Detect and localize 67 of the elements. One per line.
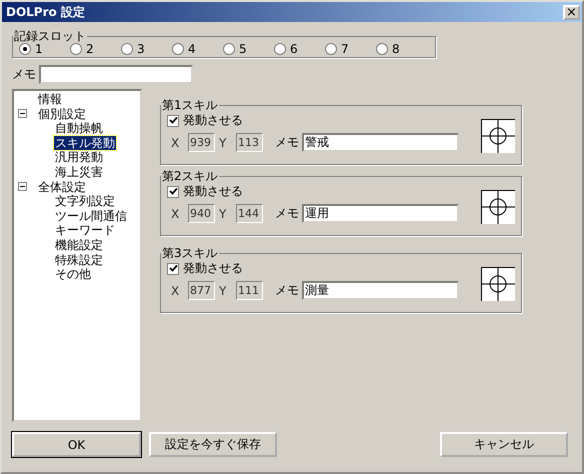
y-field: 113	[236, 133, 263, 152]
tree-item[interactable]: 自動操帆	[54, 121, 104, 136]
tree-item[interactable]: その他	[54, 267, 92, 282]
radio-label: 5	[239, 42, 247, 56]
tree-item[interactable]: キーワード	[54, 223, 116, 238]
tree-item[interactable]: 特殊設定	[54, 252, 104, 268]
y-label: Y	[219, 206, 228, 220]
memo-field[interactable]: 警戒	[302, 133, 459, 152]
memo-field[interactable]	[39, 65, 193, 84]
tree-item[interactable]: 個別設定	[37, 106, 87, 122]
radio-button[interactable]	[19, 43, 31, 55]
radio-label: 2	[86, 42, 94, 56]
radio-label: 1	[35, 42, 43, 56]
checkbox-label: 発動させる	[183, 183, 243, 200]
memo-label: メモ	[275, 134, 299, 151]
group-label: 第3スキル	[161, 245, 219, 262]
radio-button[interactable]	[121, 43, 133, 55]
tree-item[interactable]: 全体設定	[37, 180, 87, 194]
radio-button[interactable]	[325, 43, 337, 55]
checkbox[interactable]	[167, 114, 179, 126]
tree-item[interactable]: 機能設定	[54, 238, 104, 253]
checkbox[interactable]	[167, 262, 179, 274]
x-label: X	[171, 136, 180, 150]
tree-item[interactable]: 汎用発動	[54, 150, 104, 165]
x-field: 940	[188, 204, 215, 223]
memo-field[interactable]: 測量	[302, 281, 459, 300]
tree-item[interactable]: スキル発動	[54, 136, 116, 150]
radio-button[interactable]	[223, 43, 235, 55]
radio-button[interactable]	[376, 43, 388, 55]
radio-button[interactable]	[70, 43, 82, 55]
checkbox-label: 発動させる	[183, 260, 243, 277]
y-label: Y	[219, 136, 228, 150]
group-label: 記録スロット	[13, 28, 87, 44]
radio-button[interactable]	[274, 43, 286, 55]
checkbox-label: 発動させる	[183, 112, 243, 129]
save-button[interactable]: 設定を今すぐ保存	[149, 432, 277, 457]
tree-item[interactable]: 情報	[37, 92, 63, 107]
memo-label: メモ	[275, 205, 299, 222]
y-field: 144	[236, 204, 263, 223]
radio-label: 4	[188, 42, 196, 56]
tree-item[interactable]: 海上災害	[54, 164, 104, 180]
tree-item[interactable]: 文字列設定	[54, 194, 116, 209]
crosshair-icon[interactable]	[481, 267, 515, 301]
group-label: 第1スキル	[161, 97, 219, 114]
memo-field[interactable]: 運用	[302, 204, 459, 223]
checkbox[interactable]	[167, 186, 179, 198]
x-label: X	[171, 206, 180, 220]
radio-label: 3	[137, 42, 145, 56]
close-button[interactable]: ×	[563, 4, 580, 20]
window-title: DOLPro 設定	[6, 4, 85, 20]
y-field: 111	[236, 281, 263, 300]
radio-label: 6	[290, 42, 298, 56]
radio-label: 8	[392, 42, 400, 56]
memo-label: メモ	[275, 282, 299, 299]
group-label: 第2スキル	[161, 168, 219, 185]
memo-label: メモ	[12, 66, 36, 83]
crosshair-icon[interactable]	[481, 119, 515, 153]
crosshair-icon[interactable]	[481, 190, 515, 224]
radio-button[interactable]	[172, 43, 184, 55]
x-field: 939	[188, 133, 215, 152]
y-label: Y	[219, 284, 228, 298]
tree-item[interactable]: ツール間通信	[54, 208, 128, 224]
ok-button[interactable]: OK	[12, 432, 141, 457]
x-field: 877	[188, 281, 215, 300]
x-label: X	[171, 284, 180, 298]
radio-label: 7	[341, 42, 349, 56]
cancel-button[interactable]: キャンセル	[440, 432, 568, 457]
